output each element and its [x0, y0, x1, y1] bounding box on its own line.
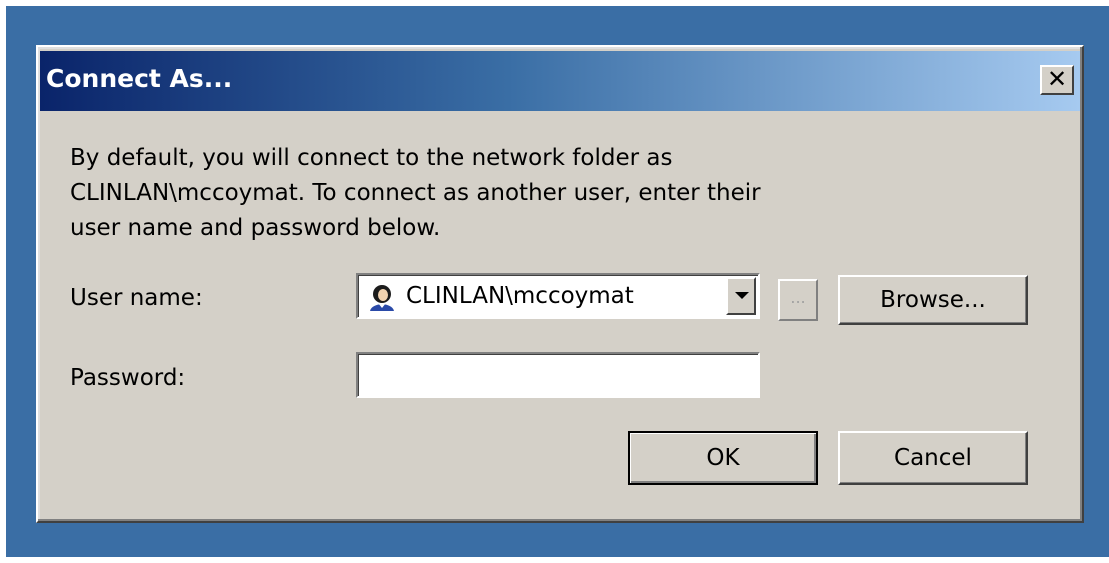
- dialog-message: By default, you will connect to the netw…: [70, 145, 761, 241]
- username-value: CLINLAN\mccoymat: [406, 283, 634, 309]
- username-combobox[interactable]: CLINLAN\mccoymat: [356, 273, 760, 319]
- password-input[interactable]: [356, 352, 760, 398]
- username-label: User name:: [70, 285, 203, 311]
- close-icon: ✕: [1046, 65, 1068, 93]
- browse-button[interactable]: Browse...: [838, 275, 1028, 325]
- close-button[interactable]: ✕: [1040, 65, 1074, 95]
- chevron-down-icon[interactable]: [726, 277, 756, 315]
- dialog-title: Connect As...: [46, 64, 233, 93]
- title-bar[interactable]: Connect As... ✕: [40, 51, 1080, 111]
- ellipsis-button[interactable]: ...: [778, 279, 818, 321]
- cancel-button[interactable]: Cancel: [838, 431, 1028, 485]
- password-label: Password:: [70, 365, 186, 391]
- connect-as-dialog: Connect As... ✕ By default, you will con…: [36, 45, 1084, 523]
- user-icon: [370, 285, 394, 311]
- ok-button[interactable]: OK: [628, 431, 818, 485]
